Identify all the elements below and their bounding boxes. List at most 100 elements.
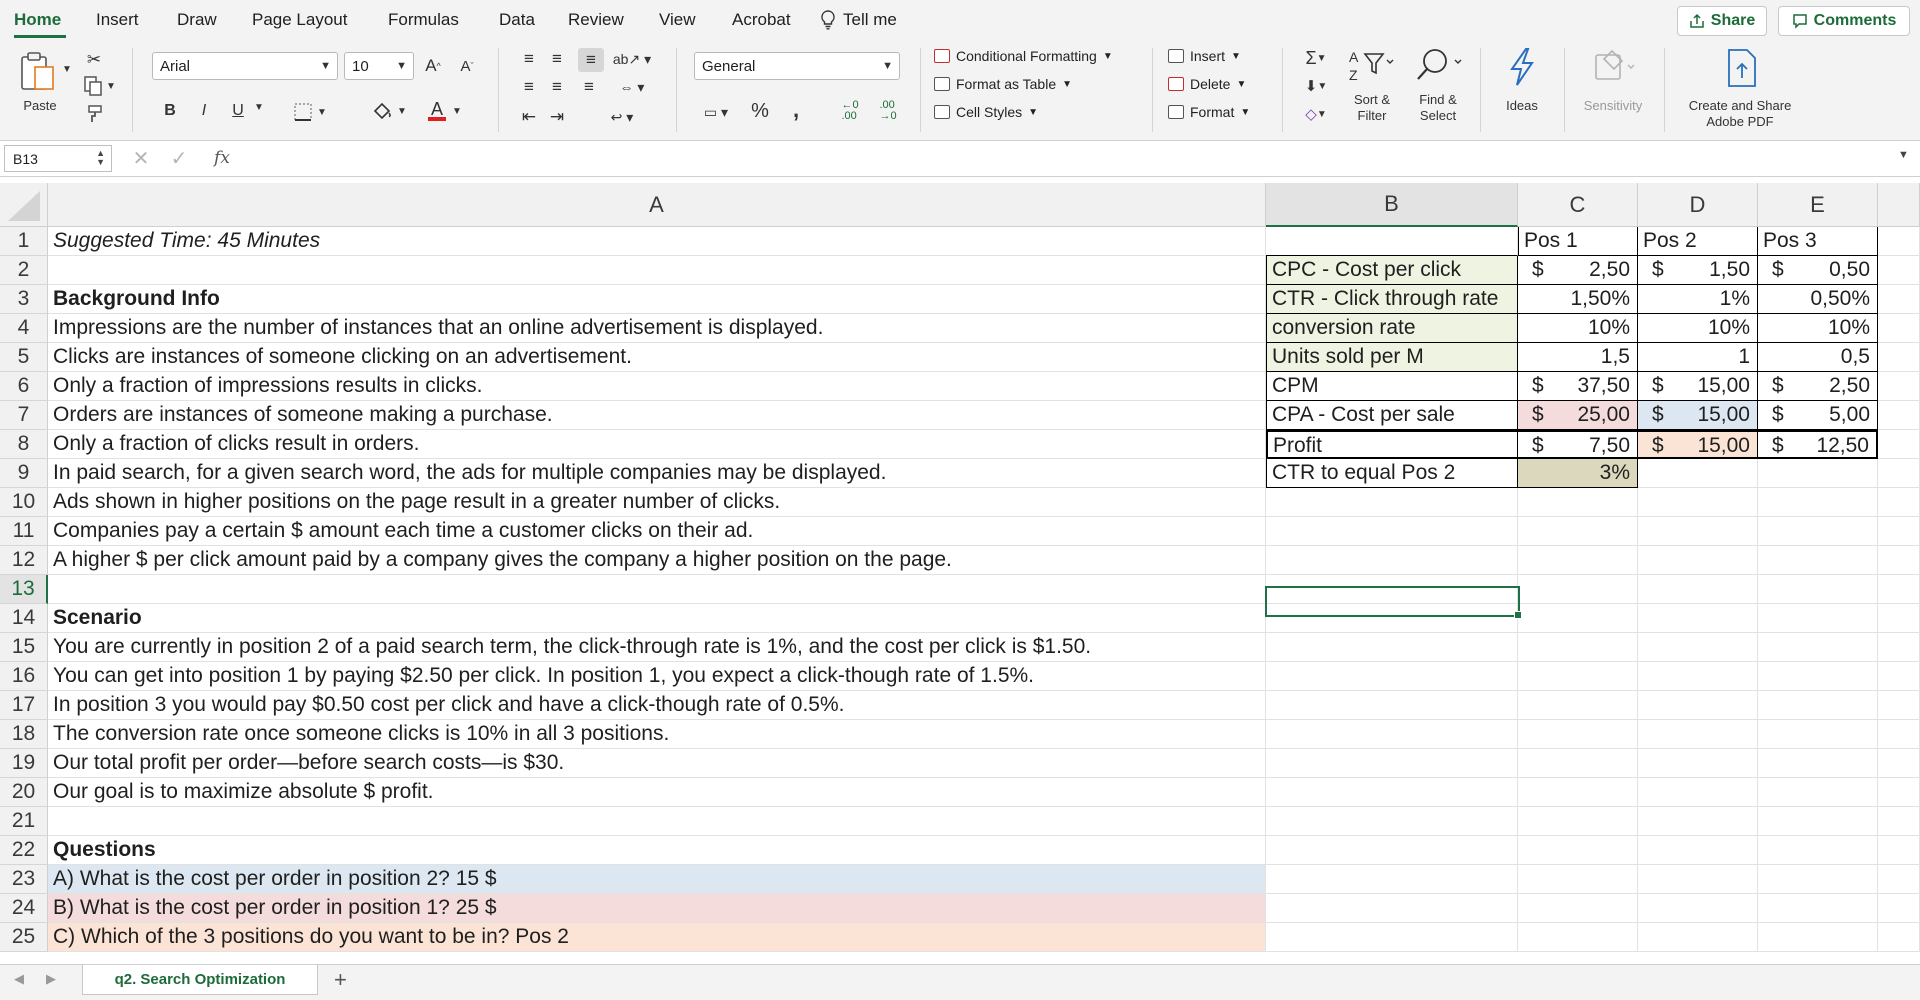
format-cells-button[interactable]: Format ▼ [1168, 104, 1250, 120]
cell[interactable] [1518, 546, 1638, 575]
cell-a[interactable]: Impressions are the number of instances … [48, 314, 1266, 343]
row-header[interactable]: 1 [0, 227, 48, 256]
cell[interactable] [1878, 546, 1920, 575]
table-value-cell[interactable]: 3% [1518, 459, 1638, 488]
cell[interactable] [1518, 662, 1638, 691]
cell[interactable] [1518, 517, 1638, 546]
cell-a[interactable]: A) What is the cost per order in positio… [48, 865, 1266, 894]
autosum-icon[interactable]: Σ ▼ [1296, 46, 1336, 70]
cell-a[interactable]: Companies pay a certain $ amount each ti… [48, 517, 1266, 546]
italic-button[interactable]: I [194, 98, 214, 124]
underline-button[interactable]: U [228, 98, 248, 124]
accounting-format-icon[interactable]: ▭ ▾ [696, 100, 736, 124]
comma-style-icon[interactable]: , [788, 96, 804, 124]
sensitivity-button[interactable] [1586, 46, 1642, 88]
cell[interactable] [1518, 778, 1638, 807]
tab-review[interactable]: Review [568, 10, 624, 30]
cell[interactable] [1518, 488, 1638, 517]
table-row-label[interactable]: CPA - Cost per sale [1266, 401, 1518, 430]
name-box[interactable]: B13 ▲ ▼ [4, 145, 112, 172]
table-value-cell[interactable]: $2,50 [1758, 372, 1878, 401]
row-header[interactable]: 24 [0, 894, 48, 923]
column-header-c[interactable]: C [1518, 183, 1638, 227]
underline-dropdown-icon[interactable]: ▼ [254, 102, 264, 113]
cell[interactable] [1758, 575, 1878, 604]
cell-b[interactable] [1266, 923, 1518, 952]
align-top-icon[interactable]: ≡ [518, 48, 540, 70]
cell-b[interactable] [1266, 720, 1518, 749]
table-value-cell[interactable]: $15,00 [1638, 401, 1758, 430]
decrease-font-size-icon[interactable]: Aˇ [456, 54, 478, 78]
table-value-cell[interactable]: $25,00 [1518, 401, 1638, 430]
column-header-a[interactable]: A [48, 183, 1266, 227]
copy-button[interactable]: ▼ [82, 74, 116, 98]
cell-a[interactable]: In position 3 you would pay $0.50 cost p… [48, 691, 1266, 720]
tell-me-search[interactable]: Tell me [820, 10, 897, 30]
delete-cells-button[interactable]: Delete ▼ [1168, 76, 1246, 92]
cell[interactable] [1758, 488, 1878, 517]
cell-a[interactable]: Scenario [48, 604, 1266, 633]
clear-eraser-icon[interactable]: ◇ ▼ [1296, 102, 1336, 126]
cell-b[interactable] [1266, 546, 1518, 575]
paste-button[interactable] [18, 50, 60, 94]
table-row-label[interactable]: CPC - Cost per click [1266, 256, 1518, 285]
cell[interactable] [1638, 807, 1758, 836]
cell[interactable] [1758, 778, 1878, 807]
cell[interactable] [1878, 285, 1920, 314]
cell-a[interactable]: Ads shown in higher positions on the pag… [48, 488, 1266, 517]
stepper-icon[interactable]: ▲ ▼ [96, 149, 105, 167]
cell[interactable] [1878, 923, 1920, 952]
font-size-dropdown[interactable]: 10 ▼ [344, 52, 414, 80]
row-header[interactable]: 12 [0, 546, 48, 575]
table-value-cell[interactable]: 0,50% [1758, 285, 1878, 314]
table-row-label[interactable]: Units sold per M [1266, 343, 1518, 372]
align-center-icon[interactable]: ≡ [546, 76, 568, 98]
cell-b[interactable] [1266, 227, 1518, 256]
table-header[interactable]: Pos 3 [1758, 227, 1878, 256]
cell[interactable] [1878, 343, 1920, 372]
cell[interactable] [1638, 517, 1758, 546]
cell[interactable] [1518, 575, 1638, 604]
cell-b[interactable] [1266, 488, 1518, 517]
cell[interactable] [1638, 720, 1758, 749]
table-value-cell[interactable]: $37,50 [1518, 372, 1638, 401]
cell[interactable] [1518, 807, 1638, 836]
cut-icon[interactable]: ✂ [82, 48, 106, 72]
cancel-entry-icon[interactable]: ✕ [130, 146, 152, 170]
cell[interactable] [1878, 604, 1920, 633]
table-value-cell[interactable]: 0,5 [1758, 343, 1878, 372]
cell[interactable] [1878, 749, 1920, 778]
decrease-indent-icon[interactable]: ⇤ [518, 106, 540, 128]
cell[interactable] [1878, 691, 1920, 720]
cell[interactable] [1758, 807, 1878, 836]
table-value-cell[interactable]: 1,5 [1518, 343, 1638, 372]
cell-a[interactable]: C) Which of the 3 positions do you want … [48, 923, 1266, 952]
row-header[interactable]: 5 [0, 343, 48, 372]
cell[interactable] [1638, 778, 1758, 807]
row-header[interactable]: 16 [0, 662, 48, 691]
cell[interactable] [1878, 720, 1920, 749]
cell[interactable] [1518, 633, 1638, 662]
cell-a[interactable]: Our total profit per order—before search… [48, 749, 1266, 778]
percent-style-button[interactable]: % [748, 98, 772, 124]
table-value-cell[interactable]: $7,50 [1518, 430, 1638, 459]
cell-a[interactable] [48, 256, 1266, 285]
format-as-table-button[interactable]: Format as Table ▼ [934, 76, 1072, 92]
cell[interactable] [1758, 749, 1878, 778]
tab-page-layout[interactable]: Page Layout [252, 10, 347, 30]
cell-a[interactable]: Our goal is to maximize absolute $ profi… [48, 778, 1266, 807]
find-select-button[interactable] [1410, 44, 1466, 86]
wrap-text-icon[interactable]: ↩ ▾ [602, 106, 642, 128]
align-left-icon[interactable]: ≡ [518, 76, 540, 98]
create-adobe-pdf-button[interactable] [1722, 46, 1762, 90]
table-value-cell[interactable]: 1 [1638, 343, 1758, 372]
cell[interactable] [1878, 894, 1920, 923]
cell[interactable] [1758, 720, 1878, 749]
cell-b[interactable] [1266, 749, 1518, 778]
cell[interactable] [1638, 633, 1758, 662]
cell[interactable] [1758, 662, 1878, 691]
fill-icon[interactable]: ⬇ ▼ [1296, 74, 1336, 98]
cell-a[interactable]: Orders are instances of someone making a… [48, 401, 1266, 430]
borders-button[interactable]: ▼ [290, 100, 330, 124]
sheet-tab-search-optimization[interactable]: q2. Search Optimization [82, 965, 318, 995]
